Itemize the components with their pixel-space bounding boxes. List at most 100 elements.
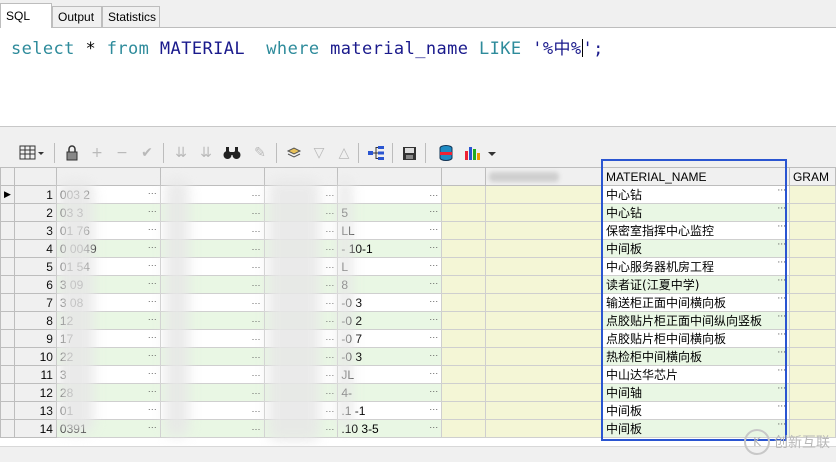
cell-spec[interactable]: ···-0 2 (337, 311, 443, 330)
plus-icon[interactable]: + (87, 143, 107, 163)
cell-empty[interactable] (441, 185, 487, 204)
cell-spec[interactable]: ···-0 7 (337, 329, 443, 348)
cell-ellipsis-icon[interactable]: ··· (252, 424, 261, 434)
header-col-blurred[interactable] (441, 167, 487, 186)
cell-ellipsis-icon[interactable]: ··· (252, 226, 261, 236)
tree-icon[interactable] (366, 143, 386, 163)
cell-material-name[interactable]: ··· 点胶贴片柜中间横向板 (602, 329, 790, 348)
table-row[interactable]: 2···03 3·········5···中心钻 (0, 203, 836, 222)
tab-statistics[interactable]: Statistics (102, 6, 160, 27)
cell-ellipsis-icon[interactable]: ··· (325, 334, 334, 344)
cell-empty[interactable] (485, 275, 604, 294)
cell-ellipsis-icon[interactable]: ··· (777, 277, 786, 287)
cell-ellipsis-icon[interactable]: ··· (429, 386, 438, 396)
cell-material-name[interactable]: ··· 输送柜正面中间横向板 (602, 293, 790, 312)
cell-ellipsis-icon[interactable]: ··· (777, 259, 786, 269)
cell-ellipsis-icon[interactable]: ··· (252, 406, 261, 416)
cell-material-name[interactable]: ··· 读者证(江夏中学) (602, 275, 790, 294)
cell-ellipsis-icon[interactable]: ··· (777, 367, 786, 377)
cell-gram[interactable] (788, 401, 836, 420)
cell-ellipsis-icon[interactable]: ··· (148, 242, 157, 252)
table-row[interactable]: 7···3 08·········-0 3···输送柜正面中间横向板 (0, 293, 836, 312)
cell-empty[interactable] (485, 257, 604, 276)
cell-gram[interactable] (788, 311, 836, 330)
cell-gram[interactable] (788, 347, 836, 366)
cell-ellipsis-icon[interactable]: ··· (777, 187, 786, 197)
cell-gram[interactable] (788, 275, 836, 294)
cell-ellipsis-icon[interactable]: ··· (252, 208, 261, 218)
cell-ellipsis-icon[interactable]: ··· (429, 224, 438, 234)
cell-ellipsis-icon[interactable]: ··· (325, 190, 334, 200)
cell-empty[interactable] (485, 185, 604, 204)
cell-ellipsis-icon[interactable]: ··· (325, 388, 334, 398)
cell-gram[interactable] (788, 203, 836, 222)
tab-sql[interactable]: SQL (0, 3, 52, 28)
triangle-down-icon[interactable]: ▽ (309, 143, 329, 163)
cell-gram[interactable] (788, 257, 836, 276)
cell-ellipsis-icon[interactable]: ··· (325, 316, 334, 326)
cell-empty[interactable] (441, 221, 487, 240)
cell-ellipsis-icon[interactable]: ··· (252, 352, 261, 362)
cell-spec[interactable]: ···4- (337, 383, 443, 402)
row-number[interactable]: 11 (13, 365, 57, 384)
table-row[interactable]: ▶1···003 2············中心钻 (0, 185, 836, 204)
triangle-up-icon[interactable]: △ (334, 143, 354, 163)
cell-material-name[interactable]: ··· 中心钻 (602, 185, 790, 204)
table-row[interactable]: 12··· 28·········4-···中间轴 (0, 383, 836, 402)
cell-ellipsis-icon[interactable]: ··· (777, 205, 786, 215)
cell-empty[interactable] (441, 383, 487, 402)
cell-ellipsis-icon[interactable]: ··· (325, 280, 334, 290)
cell-ellipsis-icon[interactable]: ··· (777, 295, 786, 305)
header-col-blurred[interactable] (485, 167, 604, 186)
binoculars-icon[interactable] (222, 143, 242, 163)
cell-gram[interactable] (788, 293, 836, 312)
row-number[interactable]: 3 (13, 221, 57, 240)
cell-ellipsis-icon[interactable]: ··· (325, 424, 334, 434)
cell-ellipsis-icon[interactable]: ··· (777, 385, 786, 395)
cell-spec[interactable]: ···JL (337, 365, 443, 384)
cell-ellipsis-icon[interactable]: ··· (429, 368, 438, 378)
cell-empty[interactable] (441, 329, 487, 348)
cell-ellipsis-icon[interactable]: ··· (325, 406, 334, 416)
cell-spec[interactable]: ···-0 3 (337, 293, 443, 312)
cell-empty[interactable] (441, 347, 487, 366)
cell-empty[interactable] (485, 365, 604, 384)
cell-ellipsis-icon[interactable]: ··· (148, 332, 157, 342)
cell-ellipsis-icon[interactable]: ··· (777, 223, 786, 233)
cell-ellipsis-icon[interactable]: ··· (325, 226, 334, 236)
cell-ellipsis-icon[interactable]: ··· (252, 334, 261, 344)
cell-ellipsis-icon[interactable]: ··· (429, 422, 438, 432)
cell-empty[interactable] (441, 239, 487, 258)
cell-material-name[interactable]: ··· 保密室指挥中心监控 (602, 221, 790, 240)
cell-empty[interactable] (441, 203, 487, 222)
cell-ellipsis-icon[interactable]: ··· (325, 208, 334, 218)
cell-ellipsis-icon[interactable]: ··· (325, 352, 334, 362)
table-row[interactable]: 9··· 17·········-0 7···点胶贴片柜中间横向板 (0, 329, 836, 348)
cell-spec[interactable]: ··· (337, 185, 443, 204)
cell-empty[interactable] (485, 401, 604, 420)
cell-empty[interactable] (485, 203, 604, 222)
cell-ellipsis-icon[interactable]: ··· (252, 190, 261, 200)
cell-ellipsis-icon[interactable]: ··· (252, 388, 261, 398)
table-row[interactable]: 5···01 54·········L···中心服务器机房工程 (0, 257, 836, 276)
table-row[interactable]: 8··· 12·········-0 2···点胶贴片柜正面中间纵向竖板 (0, 311, 836, 330)
cell-ellipsis-icon[interactable]: ··· (148, 278, 157, 288)
cell-material-name[interactable]: ··· 中心钻 (602, 203, 790, 222)
cell-ellipsis-icon[interactable]: ··· (148, 206, 157, 216)
cell-ellipsis-icon[interactable]: ··· (325, 370, 334, 380)
cell-ellipsis-icon[interactable]: ··· (148, 188, 157, 198)
cell-ellipsis-icon[interactable]: ··· (429, 332, 438, 342)
table-row[interactable]: 10··· 22·········-0 3···热检柜中间横向板 (0, 347, 836, 366)
cell-ellipsis-icon[interactable]: ··· (252, 280, 261, 290)
row-number[interactable]: 1 (13, 185, 57, 204)
cell-ellipsis-icon[interactable]: ··· (325, 262, 334, 272)
cell-empty[interactable] (485, 383, 604, 402)
cell-ellipsis-icon[interactable]: ··· (148, 296, 157, 306)
cell-ellipsis-icon[interactable]: ··· (777, 313, 786, 323)
horizontal-scrollbar[interactable] (0, 446, 836, 462)
cell-material-name[interactable]: ··· 点胶贴片柜正面中间纵向竖板 (602, 311, 790, 330)
cell-spec[interactable]: ···5 (337, 203, 443, 222)
cell-ellipsis-icon[interactable]: ··· (777, 241, 786, 251)
sql-text[interactable]: select * from MATERIAL where material_na… (11, 34, 604, 59)
cell-empty[interactable] (485, 311, 604, 330)
